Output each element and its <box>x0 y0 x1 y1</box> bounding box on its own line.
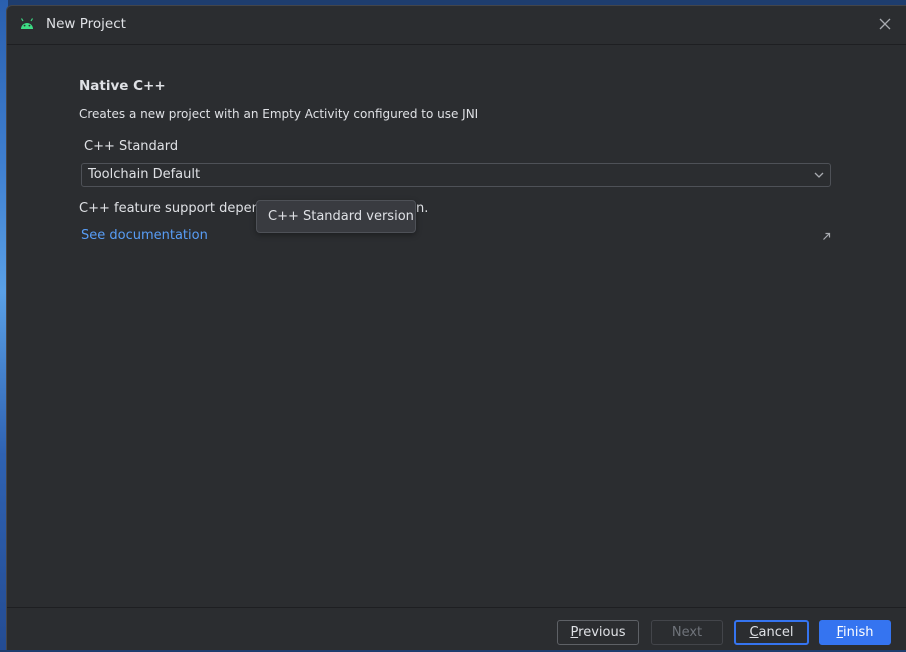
cancel-mnemonic: C <box>749 625 759 640</box>
tooltip-text: C++ Standard version <box>268 209 414 224</box>
cancel-label: ancel <box>758 625 794 640</box>
template-heading: Native C++ <box>79 78 166 94</box>
external-link-icon[interactable] <box>822 232 831 241</box>
previous-mnemonic: P <box>570 625 579 640</box>
cancel-button[interactable]: Cancel <box>734 620 809 645</box>
android-icon <box>20 18 34 29</box>
previous-button[interactable]: Previous <box>557 620 639 645</box>
new-project-dialog: New Project Native C++ Creates a new pro… <box>6 5 906 650</box>
next-label: Next <box>671 625 703 640</box>
see-documentation-link[interactable]: See documentation <box>81 228 208 243</box>
cpp-standard-dropdown[interactable]: Toolchain Default <box>81 163 831 187</box>
chevron-down-icon <box>814 172 824 178</box>
template-description: Creates a new project with an Empty Acti… <box>79 107 479 121</box>
feature-support-note-end: n. <box>416 201 429 216</box>
title-bar: New Project <box>7 6 906 45</box>
cpp-standard-label: C++ Standard <box>84 139 179 154</box>
cpp-standard-selected-value: Toolchain Default <box>88 167 201 182</box>
dialog-footer: Previous Next Cancel Finish <box>7 607 906 652</box>
previous-label: revious <box>578 625 626 640</box>
finish-label: inish <box>843 625 874 640</box>
feature-support-note: C++ feature support depen <box>79 201 260 216</box>
next-button: Next <box>651 620 723 645</box>
window-title: New Project <box>46 16 126 32</box>
finish-button[interactable]: Finish <box>819 620 891 645</box>
cpp-standard-tooltip: C++ Standard version <box>256 200 416 233</box>
close-icon[interactable] <box>878 17 892 31</box>
